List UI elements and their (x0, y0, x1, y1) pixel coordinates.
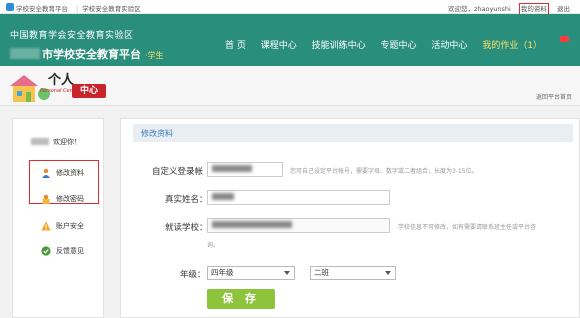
sidebar-item-label: 修改资料 (56, 169, 84, 177)
banner-subtitle: Personal Center (40, 88, 80, 94)
top-right-links: 欢迎您，zhaoyunshi 我的资料 退出 (440, 3, 570, 15)
chevron-down-icon (385, 271, 391, 275)
new-badge (560, 36, 569, 42)
nav-activities[interactable]: 活动中心 (431, 38, 467, 51)
site-header: 中国教育学会安全教育实验区 市学校安全教育平台 ·学生 首 页 课程中心 技能训练… (0, 14, 580, 66)
class-select[interactable]: 二班 (310, 266, 396, 280)
blurred-school-value (212, 221, 292, 228)
section-header: 修改资料 (133, 124, 573, 142)
chevron-down-icon (284, 271, 290, 275)
banner-title: 个人 (48, 73, 75, 88)
warning-icon (41, 221, 51, 231)
nav-skills-training[interactable]: 技能训练中心 (312, 38, 366, 51)
grade-select[interactable]: 四年级 (207, 266, 295, 280)
custom-account-label: 自定义登录帐 (152, 167, 204, 177)
custom-account-input[interactable] (207, 162, 283, 177)
grade-label: 年级： (180, 270, 206, 280)
feedback-check-icon (41, 246, 51, 256)
blurred-account-value (212, 165, 252, 172)
sidebar-item-edit-profile[interactable]: 修改资料 (41, 168, 84, 178)
user-profile-icon (42, 168, 50, 178)
section-title: 修改资料 (141, 129, 173, 138)
sidebar-item-label: 反馈意见 (56, 247, 84, 255)
main-nav: 首 页 课程中心 技能训练中心 专题中心 活动中心 我的作业（1） (225, 38, 554, 51)
lock-user-icon (42, 194, 50, 204)
blurred-city-name (10, 48, 40, 59)
logout-link[interactable]: 退出 (557, 5, 570, 13)
header-platform-title: 市学校安全教育平台 ·学生 (10, 46, 164, 62)
sidebar-item-account-security[interactable]: 账户安全 (41, 221, 84, 231)
real-name-label: 真实姓名： (165, 195, 208, 205)
personal-center-banner: 个人 中心 Personal Center 返回平台首页 (0, 66, 580, 106)
grade-selected-value: 四年级 (211, 268, 234, 277)
experiment-zone-link[interactable]: 学校安全教育实验区 (82, 5, 141, 13)
divider: | (76, 5, 79, 13)
nav-courses[interactable]: 课程中心 (261, 38, 297, 51)
platform-title-text: 市学校安全教育平台 (42, 48, 141, 61)
sidebar-welcome: 欢迎你！ (31, 137, 81, 147)
school-hint: 学校信息不可修改，如有需要请联系班主任或平台咨 (398, 224, 537, 231)
nav-my-homework[interactable]: 我的作业（1） (482, 38, 542, 51)
school-hint-continued: 询。 (207, 242, 220, 249)
welcome-user-text: 欢迎您，zhaoyunshi (447, 5, 511, 13)
header-org-name: 中国教育学会安全教育实验区 (10, 31, 134, 41)
sidebar-welcome-text: 欢迎你！ (53, 138, 81, 146)
class-selected-value: 二班 (314, 268, 329, 277)
my-profile-link[interactable]: 我的资料 (518, 3, 549, 15)
top-utility-bar: 学校安全教育平台 | 学校安全教育实验区 欢迎您，zhaoyunshi 我的资料 退… (0, 0, 580, 15)
custom-account-hint: 您可自己设定平台帐号，需要字母、数字或二者组合，长度为3-15位。 (290, 168, 478, 175)
top-left-links: 学校安全教育平台 | 学校安全教育实验区 (16, 3, 145, 13)
sidebar-item-label: 修改密码 (56, 195, 84, 203)
real-name-input[interactable] (207, 190, 390, 205)
sidebar-item-feedback[interactable]: 反馈意见 (41, 246, 84, 256)
save-button[interactable]: 保 存 (207, 289, 275, 309)
site-name-link[interactable]: 学校安全教育平台 (16, 5, 68, 13)
nav-home[interactable]: 首 页 (225, 38, 246, 51)
blurred-name-value (212, 193, 234, 200)
platform-logo-icon (6, 3, 14, 11)
school-input (207, 218, 390, 233)
blurred-username (31, 138, 49, 145)
sidebar: 欢迎你！ 修改资料 修改密码 账户安全 反馈意见 (12, 118, 104, 318)
nav-topics[interactable]: 专题中心 (381, 38, 417, 51)
back-to-platform-link[interactable]: 返回平台首页 (536, 92, 572, 101)
school-label: 就读学校： (165, 223, 208, 233)
sidebar-item-change-password[interactable]: 修改密码 (41, 194, 84, 204)
role-label: ·学生 (145, 51, 164, 60)
sidebar-item-label: 账户安全 (56, 222, 84, 230)
